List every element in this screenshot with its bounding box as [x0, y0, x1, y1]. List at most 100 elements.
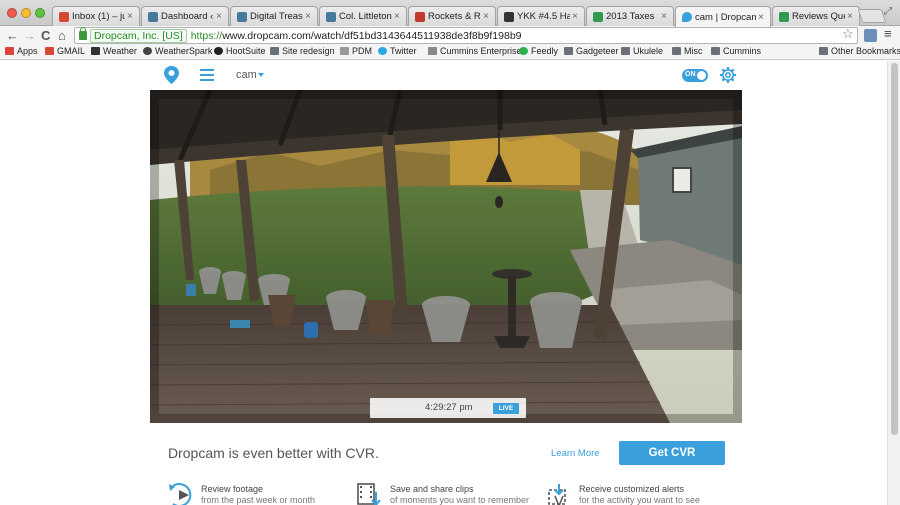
address-bar[interactable]: Dropcam, Inc. [US] https:// www.dropcam.…: [74, 27, 858, 44]
folder-icon: [711, 47, 720, 55]
folder-icon: [564, 47, 573, 55]
tab-label: 2013 Taxes: [606, 11, 655, 22]
close-window-button[interactable]: [7, 8, 17, 18]
bookmark-weatherspark[interactable]: WeatherSpark: [143, 46, 212, 56]
tab-close-icon[interactable]: ×: [661, 11, 669, 22]
dropcam-logo-icon[interactable]: [163, 65, 180, 85]
tab-close-icon[interactable]: ×: [847, 11, 855, 22]
back-button[interactable]: ←: [6, 27, 19, 44]
hootsuite-icon: [214, 47, 223, 55]
other-bookmarks[interactable]: Other Bookmarks: [819, 46, 900, 56]
tab-close-icon[interactable]: ×: [483, 11, 491, 22]
dropcam-header: cam ON: [150, 61, 742, 90]
tab-ykk[interactable]: YKK #4.5 Handb ×: [497, 6, 585, 26]
minimize-window-button[interactable]: [21, 8, 31, 18]
sheets-icon: [593, 11, 603, 22]
new-tab-button[interactable]: [857, 9, 887, 23]
toggle-label: ON: [685, 71, 696, 78]
film-clip-icon: [357, 483, 381, 505]
url-text: www.dropcam.com/watch/df51bd314364451193…: [222, 29, 522, 42]
weather-icon: [91, 47, 100, 55]
tab-close-icon[interactable]: ×: [216, 11, 224, 22]
tab-close-icon[interactable]: ×: [394, 11, 402, 22]
bookmark-twitter[interactable]: Twitter: [378, 46, 417, 56]
camera-selector[interactable]: cam: [236, 69, 257, 81]
url-scheme: https://: [190, 29, 223, 42]
feedly-icon: [519, 47, 528, 55]
reload-button[interactable]: C: [41, 27, 50, 44]
tab-col-littleton[interactable]: Col. Littleton No ×: [319, 6, 407, 26]
bookmark-misc[interactable]: Misc: [672, 46, 703, 56]
get-cvr-button[interactable]: Get CVR: [619, 441, 725, 465]
tab-digital-treasures[interactable]: Digital Treasures ×: [230, 6, 318, 26]
scrollbar-thumb[interactable]: [891, 63, 898, 435]
bookmark-pdm[interactable]: PDM: [340, 46, 372, 56]
tab-strip: Inbox (1) – julie@ × Dashboard ‹ The × D…: [0, 0, 900, 27]
tab-close-icon[interactable]: ×: [572, 11, 580, 22]
bookmark-weather[interactable]: Weather: [91, 46, 137, 56]
page-icon: [428, 47, 437, 55]
gear-icon[interactable]: [719, 66, 737, 84]
sheets-icon: [779, 11, 789, 22]
rocket-icon: [415, 11, 425, 22]
extension-icon[interactable]: [864, 29, 877, 42]
bookmark-gadgeteer[interactable]: Gadgeteer: [564, 46, 619, 56]
tab-label: Inbox (1) – julie@: [72, 11, 125, 22]
tab-2013-taxes[interactable]: 2013 Taxes ×: [586, 6, 674, 26]
chevron-down-icon[interactable]: [258, 73, 264, 77]
bookmark-ukulele[interactable]: Ukulele: [621, 46, 663, 56]
dropcam-icon: [682, 12, 692, 22]
cvr-headline: Dropcam is even better with CVR.: [168, 445, 379, 461]
tab-close-icon[interactable]: ×: [758, 12, 766, 23]
camera-video-feed[interactable]: 4:29:27 pm LIVE: [150, 90, 742, 423]
weatherspark-icon: [143, 47, 152, 55]
bookmark-feedly[interactable]: Feedly: [519, 46, 558, 56]
home-button[interactable]: ⌂: [58, 27, 66, 44]
tab-dropcam[interactable]: cam | Dropcam ×: [675, 6, 771, 27]
tab-label: Reviews Queues: [792, 11, 845, 22]
bookmark-site-redesign[interactable]: Site redesign: [270, 46, 335, 56]
learn-more-link[interactable]: Learn More: [551, 448, 600, 459]
menu-hamburger-icon[interactable]: [200, 69, 214, 81]
tab-gmail[interactable]: Inbox (1) – julie@ ×: [52, 6, 140, 26]
bookmark-hootsuite[interactable]: HootSuite: [214, 46, 266, 56]
tab-label: YKK #4.5 Handb: [517, 11, 570, 22]
live-badge[interactable]: LIVE: [493, 403, 519, 414]
folder-icon: [672, 47, 681, 55]
feature-title: Receive customized alerts: [579, 484, 685, 494]
gmail-icon: [59, 11, 69, 22]
tab-close-icon[interactable]: ×: [305, 11, 313, 22]
feature-title: Save and share clips: [390, 484, 474, 494]
playback-timebar[interactable]: 4:29:27 pm LIVE: [370, 398, 526, 418]
bookmark-apps[interactable]: Apps: [5, 46, 38, 56]
apps-grid-icon: [5, 47, 14, 55]
tab-label: Digital Treasures: [250, 11, 303, 22]
zoom-window-button[interactable]: [35, 8, 45, 18]
forward-button[interactable]: →: [23, 27, 36, 44]
fullscreen-icon[interactable]: ⤢: [884, 6, 892, 17]
tab-label: cam | Dropcam: [695, 11, 756, 23]
page-icon: [340, 47, 349, 55]
tab-close-icon[interactable]: ×: [127, 11, 135, 22]
wordpress-icon: [326, 11, 336, 22]
bookmark-cummins-enterprise[interactable]: Cummins Enterprise: [428, 46, 522, 56]
ykk-icon: [504, 11, 514, 22]
tab-rockets-robots[interactable]: Rockets & Robots ×: [408, 6, 496, 26]
browser-toolbar: ← → C ⌂ Dropcam, Inc. [US] https:// www.…: [0, 26, 900, 45]
play-rewind-icon: [169, 483, 192, 505]
page-scrollbar[interactable]: [887, 61, 900, 505]
cvr-promo-panel: Dropcam is even better with CVR. Learn M…: [150, 423, 742, 505]
bookmark-gmail[interactable]: GMAIL: [45, 46, 85, 56]
alert-zone-icon: [548, 484, 566, 505]
chrome-menu-button[interactable]: ≡: [884, 26, 892, 41]
camera-on-toggle[interactable]: ON: [682, 69, 708, 82]
toggle-knob: [697, 71, 706, 80]
tab-label: Dashboard ‹ The: [161, 11, 214, 22]
bookmark-star-icon[interactable]: ☆: [842, 26, 854, 42]
wordpress-icon: [148, 11, 158, 22]
ev-certificate-badge[interactable]: Dropcam, Inc. [US]: [90, 28, 187, 43]
bookmark-cummins[interactable]: Cummins: [711, 46, 761, 56]
tab-dashboard[interactable]: Dashboard ‹ The ×: [141, 6, 229, 26]
feature-subtitle: for the activity you want to see: [579, 495, 701, 505]
tab-reviews-queues[interactable]: Reviews Queues ×: [772, 6, 860, 26]
